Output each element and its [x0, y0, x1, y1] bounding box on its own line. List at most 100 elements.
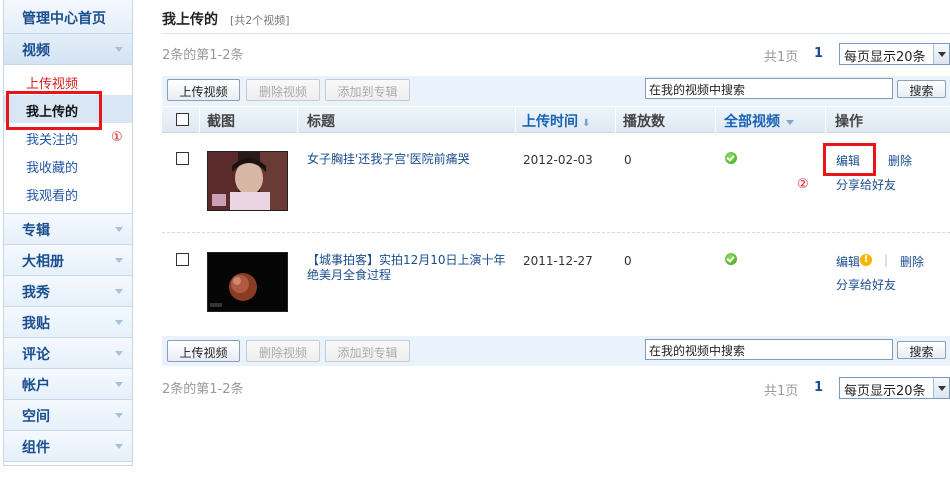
column-separator — [199, 107, 200, 133]
page-number-link[interactable]: 1 — [814, 46, 823, 61]
share-link[interactable]: 分享给好友 — [836, 176, 896, 193]
upload-video-button[interactable]: 上传视频 — [167, 340, 240, 362]
column-header-title: 标题 — [307, 114, 335, 130]
sidebar-category-label: 帐户 — [22, 378, 50, 394]
video-count: [共2个视频] — [230, 14, 290, 27]
play-count: 0 — [624, 254, 632, 268]
chevron-down-icon — [115, 47, 123, 52]
column-header-all-videos-filter[interactable]: 全部视频 — [724, 111, 794, 131]
column-header-label: 上传时间 — [522, 114, 578, 130]
pagination-summary: 2条的第1-2条 — [162, 382, 244, 397]
search-button[interactable]: 搜索 — [897, 80, 946, 98]
annotation-mark-1: ① — [111, 130, 123, 145]
video-title-link[interactable]: 【城事拍客】实拍12月10日上演十年绝美月全食过程 — [307, 253, 512, 283]
annotation-mark-2: ② — [797, 177, 809, 192]
per-page-select[interactable]: 每页显示20条 — [839, 377, 950, 399]
annotation-box-edit — [823, 143, 876, 176]
divider — [162, 33, 950, 34]
column-header-label: 全部视频 — [724, 114, 780, 130]
column-separator — [515, 107, 516, 133]
video-thumbnail[interactable] — [207, 151, 288, 211]
search-input[interactable]: 在我的视频中搜索 — [645, 339, 893, 360]
column-header-upload-time[interactable]: 上传时间 ⬇ — [522, 111, 590, 131]
row-checkbox[interactable] — [176, 152, 189, 165]
chevron-down-icon — [933, 378, 949, 398]
check-icon — [725, 152, 737, 164]
add-to-album-button[interactable]: 添加到专辑 — [325, 79, 410, 101]
row-divider — [162, 232, 950, 233]
search-button[interactable]: 搜索 — [897, 341, 946, 359]
upload-video-button[interactable]: 上传视频 — [167, 79, 240, 101]
upload-date: 2011-12-27 — [523, 254, 593, 268]
sidebar-category-my-posts[interactable]: 我贴 — [4, 307, 132, 338]
pagination-summary: 2条的第1-2条 — [162, 48, 244, 63]
sidebar-item-watched[interactable]: 我观看的 — [4, 179, 132, 207]
per-page-value: 每页显示20条 — [844, 384, 926, 399]
sidebar-item-favorites[interactable]: 我收藏的 — [4, 151, 132, 179]
per-page-select[interactable]: 每页显示20条 — [839, 43, 950, 65]
share-link[interactable]: 分享给好友 — [836, 276, 896, 293]
select-all-checkbox[interactable] — [176, 113, 189, 126]
chevron-down-icon — [933, 44, 949, 64]
chevron-down-icon — [115, 289, 123, 294]
sidebar-category-label: 我贴 — [22, 316, 50, 332]
play-count: 0 — [624, 153, 632, 167]
chevron-down-icon — [115, 320, 123, 325]
sidebar-category-label: 我秀 — [22, 285, 50, 301]
video-thumbnail-image — [208, 253, 287, 311]
chevron-down-icon — [115, 351, 123, 356]
delete-video-button[interactable]: 删除视频 — [246, 79, 320, 101]
column-header-ops: 操作 — [835, 114, 863, 130]
table-header: 截图 标题 上传时间 ⬇ 播放数 全部视频 操作 — [162, 107, 950, 133]
sidebar-category-label: 视频 — [22, 43, 50, 59]
column-separator — [825, 107, 826, 133]
video-thumbnail[interactable] — [207, 252, 288, 312]
search-input[interactable]: 在我的视频中搜索 — [645, 78, 893, 99]
sidebar-category-label: 大相册 — [22, 254, 64, 270]
check-icon — [725, 253, 737, 265]
warning-icon: ! — [860, 254, 872, 266]
column-header-thumb: 截图 — [207, 114, 235, 130]
row-checkbox[interactable] — [176, 253, 189, 266]
per-page-value: 每页显示20条 — [844, 50, 926, 65]
delete-video-button[interactable]: 删除视频 — [246, 340, 320, 362]
total-pages: 共1页 — [764, 50, 799, 65]
chevron-down-icon — [115, 444, 123, 449]
chevron-down-icon — [115, 258, 123, 263]
add-to-album-button[interactable]: 添加到专辑 — [325, 340, 410, 362]
sidebar-category-space[interactable]: 空间 — [4, 400, 132, 431]
link-separator: | — [884, 253, 889, 267]
upload-date: 2012-02-03 — [523, 153, 593, 167]
column-header-plays: 播放数 — [623, 114, 665, 130]
video-thumbnail-image — [208, 152, 287, 210]
chevron-down-icon — [115, 382, 123, 387]
sidebar-category-my-show[interactable]: 我秀 — [4, 276, 132, 307]
total-pages: 共1页 — [764, 384, 799, 399]
sidebar-category-video[interactable]: 视频 — [4, 34, 132, 65]
sidebar-category-account[interactable]: 帐户 — [4, 369, 132, 400]
page-number-link[interactable]: 1 — [814, 380, 823, 395]
sidebar-category-comments[interactable]: 评论 — [4, 338, 132, 369]
sidebar-category-label: 专辑 — [22, 223, 50, 239]
column-separator — [297, 107, 298, 133]
sidebar-category-widgets[interactable]: 组件 — [4, 431, 132, 462]
chevron-down-icon — [115, 413, 123, 418]
edit-link[interactable]: 编辑 — [836, 253, 860, 270]
annotation-box-my-uploads — [6, 91, 102, 130]
column-separator — [615, 107, 616, 133]
delete-link[interactable]: 删除 — [900, 253, 924, 270]
sidebar-category-albums[interactable]: 专辑 — [4, 214, 132, 245]
sidebar: 管理中心首页 视频 上传视频 我上传的 我关注的 我收藏的 我观看的 专辑 大相… — [3, 0, 133, 466]
sort-down-icon: ⬇ — [582, 118, 591, 129]
sidebar-category-label: 组件 — [22, 440, 50, 456]
chevron-down-icon — [786, 119, 794, 125]
sidebar-category-photo-album[interactable]: 大相册 — [4, 245, 132, 276]
page-title: 我上传的 — [162, 12, 218, 28]
sidebar-category-label: 空间 — [22, 409, 50, 425]
delete-link[interactable]: 删除 — [888, 152, 912, 169]
column-separator — [715, 107, 716, 133]
sidebar-category-label: 评论 — [22, 347, 50, 363]
sidebar-home-link[interactable]: 管理中心首页 — [4, 0, 132, 34]
video-title-link[interactable]: 女子胸挂'还我子宫'医院前痛哭 — [307, 152, 512, 167]
chevron-down-icon — [115, 227, 123, 232]
